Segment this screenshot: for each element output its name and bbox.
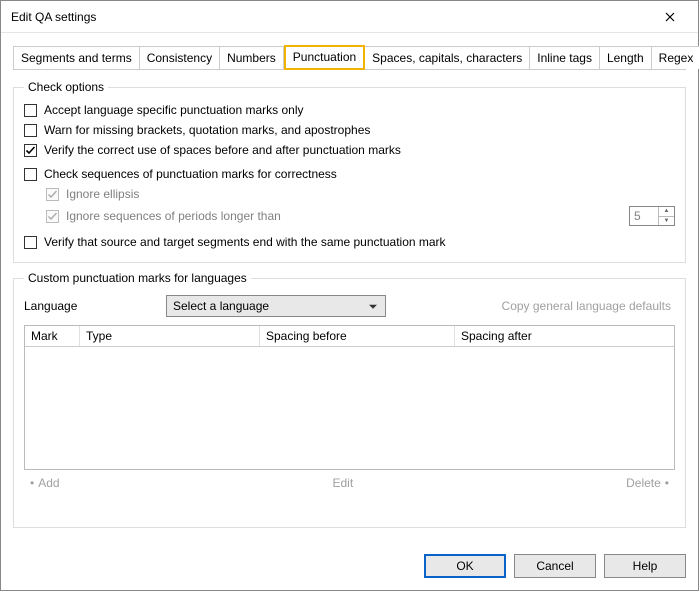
row-verify-end-mark: Verify that source and target segments e… xyxy=(24,232,675,252)
checkbox-ignore-longer-than xyxy=(46,210,59,223)
label-ignore-ellipsis: Ignore ellipsis xyxy=(66,187,139,201)
check-options-group: Check options Accept language specific p… xyxy=(13,80,686,263)
checkbox-accept-lang-specific[interactable] xyxy=(24,104,37,117)
custom-marks-legend: Custom punctuation marks for languages xyxy=(24,271,251,285)
close-button[interactable] xyxy=(650,3,690,31)
tab-regex[interactable]: Regex xyxy=(652,46,699,69)
checkbox-verify-spaces[interactable] xyxy=(24,144,37,157)
grid-header: Mark Type Spacing before Spacing after xyxy=(25,326,674,347)
window-title: Edit QA settings xyxy=(11,10,650,24)
dialog-window: Edit QA settings Segments and terms Cons… xyxy=(0,0,699,591)
spinner-up-icon: ▲ xyxy=(659,207,674,216)
check-icon xyxy=(25,145,36,156)
dialog-buttons: OK Cancel Help xyxy=(1,544,698,590)
row-warn-missing-brackets: Warn for missing brackets, quotation mar… xyxy=(24,120,675,140)
tab-length[interactable]: Length xyxy=(600,46,652,69)
tab-segments-and-terms[interactable]: Segments and terms xyxy=(13,46,140,69)
tab-spaces-capitals-characters[interactable]: Spaces, capitals, characters xyxy=(365,46,530,69)
bullet-icon: • xyxy=(26,476,38,490)
tab-punctuation[interactable]: Punctuation xyxy=(284,45,365,70)
ok-button[interactable]: OK xyxy=(424,554,506,578)
language-select[interactable]: Select a language xyxy=(166,295,386,317)
tab-strip: Segments and terms Consistency Numbers P… xyxy=(13,45,686,69)
col-spacing-before[interactable]: Spacing before xyxy=(260,326,455,346)
label-accept-lang-specific[interactable]: Accept language specific punctuation mar… xyxy=(44,103,303,117)
check-options-legend: Check options xyxy=(24,80,108,94)
spinner-input xyxy=(630,207,658,225)
language-select-value: Select a language xyxy=(173,299,269,313)
col-mark[interactable]: Mark xyxy=(25,326,80,346)
label-verify-spaces[interactable]: Verify the correct use of spaces before … xyxy=(44,143,401,157)
cancel-button[interactable]: Cancel xyxy=(514,554,596,578)
row-verify-spaces: Verify the correct use of spaces before … xyxy=(24,140,675,160)
row-ignore-longer-than: Ignore sequences of periods longer than … xyxy=(24,204,675,228)
copy-defaults-link: Copy general language defaults xyxy=(502,299,675,313)
tab-inline-tags[interactable]: Inline tags xyxy=(530,46,600,69)
help-button[interactable]: Help xyxy=(604,554,686,578)
row-check-sequences: Check sequences of punctuation marks for… xyxy=(24,164,675,184)
titlebar: Edit QA settings xyxy=(1,1,698,33)
delete-button: Delete xyxy=(626,476,661,490)
spinner-down-icon: ▼ xyxy=(659,216,674,226)
checkbox-check-sequences[interactable] xyxy=(24,168,37,181)
label-check-sequences[interactable]: Check sequences of punctuation marks for… xyxy=(44,167,337,181)
col-spacing-after[interactable]: Spacing after xyxy=(455,326,674,346)
checkbox-ignore-ellipsis xyxy=(46,188,59,201)
tab-panel-punctuation: Check options Accept language specific p… xyxy=(13,69,686,536)
tab-consistency[interactable]: Consistency xyxy=(140,46,220,69)
edit-button: Edit xyxy=(60,476,627,490)
check-icon xyxy=(47,211,58,222)
custom-marks-group: Custom punctuation marks for languages L… xyxy=(13,271,686,528)
grid-actions: • Add Edit Delete • xyxy=(24,470,675,492)
language-label: Language xyxy=(24,299,154,313)
language-row: Language Select a language Copy general … xyxy=(24,291,675,325)
label-verify-end-mark[interactable]: Verify that source and target segments e… xyxy=(44,235,446,249)
row-ignore-ellipsis: Ignore ellipsis xyxy=(24,184,675,204)
close-icon xyxy=(665,12,675,22)
row-accept-lang-specific: Accept language specific punctuation mar… xyxy=(24,100,675,120)
label-ignore-longer-than: Ignore sequences of periods longer than xyxy=(66,209,281,223)
dialog-content: Segments and terms Consistency Numbers P… xyxy=(1,33,698,544)
label-warn-missing-brackets[interactable]: Warn for missing brackets, quotation mar… xyxy=(44,123,370,137)
bullet-icon: • xyxy=(661,476,673,490)
check-icon xyxy=(47,189,58,200)
tab-numbers[interactable]: Numbers xyxy=(220,46,284,69)
spinner-ignore-longer-than: ▲ ▼ xyxy=(629,206,675,226)
add-button: Add xyxy=(38,476,59,490)
marks-grid[interactable]: Mark Type Spacing before Spacing after xyxy=(24,325,675,470)
checkbox-warn-missing-brackets[interactable] xyxy=(24,124,37,137)
spinner-buttons: ▲ ▼ xyxy=(658,207,674,225)
col-type[interactable]: Type xyxy=(80,326,260,346)
checkbox-verify-end-mark[interactable] xyxy=(24,236,37,249)
